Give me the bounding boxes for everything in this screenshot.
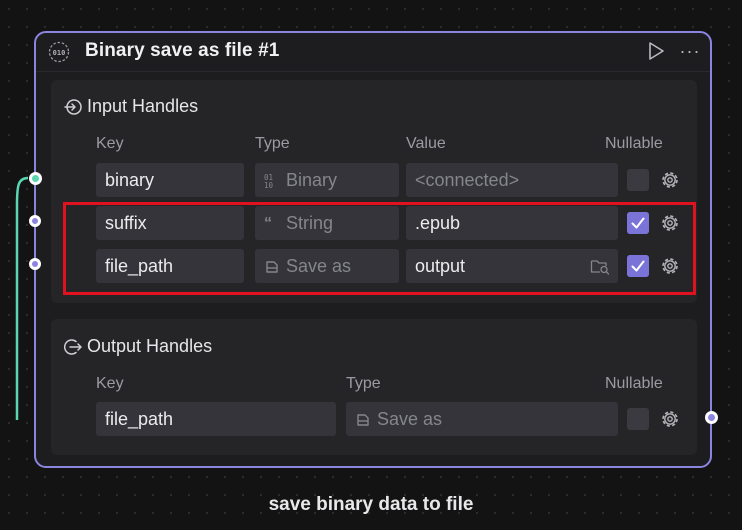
node-header: 010 Binary save as file #1 ··· xyxy=(36,33,710,72)
input-handles-title: Input Handles xyxy=(87,96,199,116)
svg-text:10: 10 xyxy=(264,181,274,189)
input-arrow-icon xyxy=(64,98,82,115)
input-handle-binary[interactable] xyxy=(29,172,42,185)
type-field-binary: 01 10 Binary xyxy=(255,163,399,197)
output-handles-section: Output Handles Key Type Nullable file_pa… xyxy=(51,319,697,455)
node-caption: save binary data to file xyxy=(268,494,474,515)
column-type: Type xyxy=(255,135,290,152)
more-options-button[interactable]: ··· xyxy=(676,39,704,63)
input-handle-suffix[interactable] xyxy=(29,215,41,227)
node-title: Binary save as file #1 xyxy=(85,40,280,61)
column-key: Key xyxy=(96,375,124,392)
binary-icon: 01 10 xyxy=(264,173,274,189)
column-key: Key xyxy=(96,135,124,152)
gear-icon[interactable] xyxy=(659,169,681,191)
play-icon[interactable] xyxy=(646,40,666,62)
column-nullable: Nullable xyxy=(605,135,663,152)
column-type: Type xyxy=(346,375,381,392)
type-label: Binary xyxy=(286,170,338,190)
column-value: Value xyxy=(406,135,446,152)
type-field-output-file-path: Save as xyxy=(346,402,618,436)
save-icon xyxy=(357,414,369,426)
svg-text:010: 010 xyxy=(53,49,66,57)
output-arrow-icon xyxy=(64,338,82,355)
input-handles-header: Input Handles xyxy=(64,96,198,117)
output-handles-header: Output Handles xyxy=(64,336,212,357)
gear-icon[interactable] xyxy=(659,408,681,430)
nullable-checkbox-output-file-path[interactable] xyxy=(627,408,649,430)
key-field-binary[interactable]: binary xyxy=(96,163,244,197)
type-label: Save as xyxy=(377,409,443,429)
input-handle-file-path[interactable] xyxy=(29,258,41,270)
output-handles-title: Output Handles xyxy=(87,336,213,356)
value-field-binary: <connected> xyxy=(406,163,618,197)
column-nullable: Nullable xyxy=(605,375,663,392)
key-field-output-file-path[interactable]: file_path xyxy=(96,402,336,436)
node-binary-icon: 010 xyxy=(48,41,70,63)
nullable-checkbox-binary[interactable] xyxy=(627,169,649,191)
output-handle-file-path[interactable] xyxy=(705,411,718,424)
highlight-box xyxy=(63,202,696,295)
